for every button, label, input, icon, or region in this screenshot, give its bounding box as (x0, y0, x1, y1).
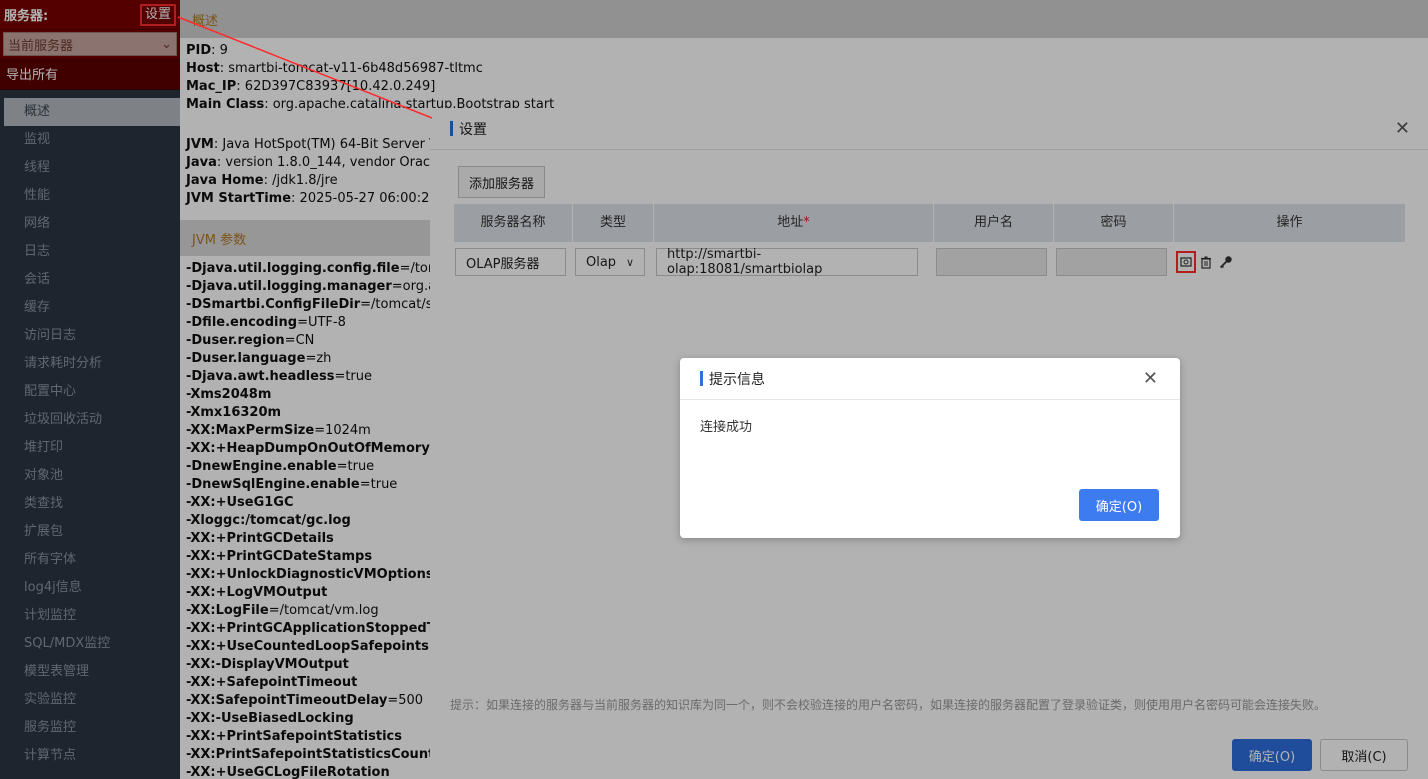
message-dialog-header: 提示信息 ✕ (680, 358, 1180, 400)
message-ok-button[interactable]: 确定(O) (1079, 489, 1159, 521)
close-icon[interactable]: ✕ (1143, 369, 1158, 388)
message-dialog: 提示信息 ✕ 连接成功 确定(O) (680, 358, 1180, 538)
message-text: 连接成功 (700, 420, 753, 435)
message-dialog-title-text: 提示信息 (709, 371, 765, 388)
title-accent-bar (700, 371, 703, 386)
message-dialog-title: 提示信息 (700, 369, 765, 389)
